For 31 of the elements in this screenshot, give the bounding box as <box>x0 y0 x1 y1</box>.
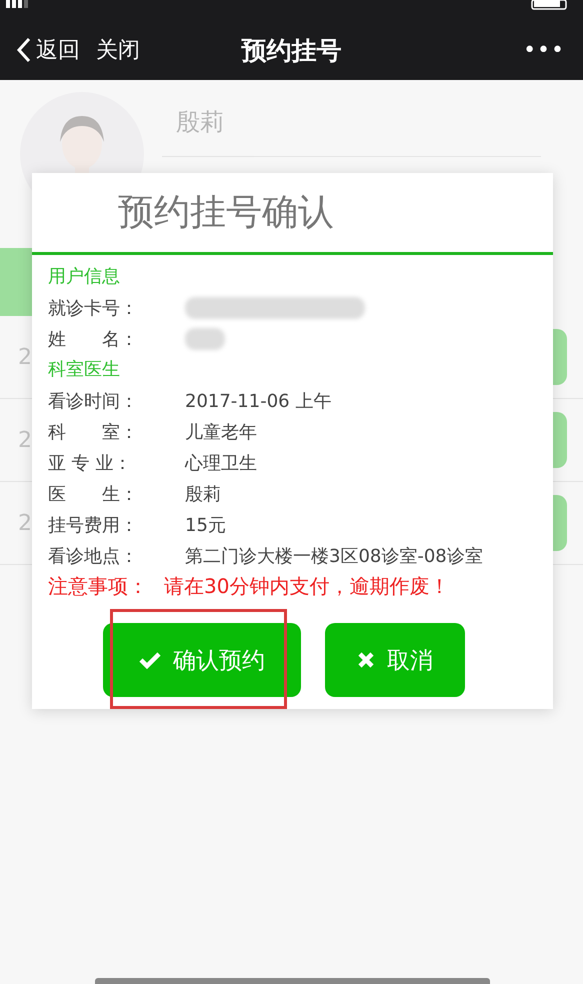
field-value: 儿童老年 <box>185 420 257 444</box>
section-heading: 科室医生 <box>48 358 121 382</box>
page-title: 预约挂号 <box>240 34 342 66</box>
doctor-name: 殷莉 <box>162 92 224 157</box>
close-icon <box>357 651 375 669</box>
field-label: 科 室： <box>48 420 139 444</box>
field-label: 姓 名： <box>48 328 139 350</box>
field-label: 挂号费用： <box>48 514 139 536</box>
row-button[interactable] <box>553 329 567 385</box>
chevron-left-icon <box>16 37 32 63</box>
back-button[interactable]: 返回 <box>16 35 80 65</box>
field-value: 心理卫生 <box>185 452 257 474</box>
field-value: 15元 <box>185 514 226 536</box>
field-label: 就诊卡号： <box>48 296 139 320</box>
close-button[interactable]: 关闭 <box>96 35 140 65</box>
notice-label: 注意事项： <box>48 572 148 600</box>
notice-text: 请在30分钟内支付，逾期作废！ <box>164 572 450 600</box>
field-label: 医 生： <box>48 482 139 506</box>
field-label: 看诊时间： <box>48 390 139 412</box>
field-label: 亚 专 业： <box>48 452 132 474</box>
field-value: 殷莉 <box>185 482 221 506</box>
row-button[interactable] <box>553 412 567 468</box>
field-value: 2017-11-06 上午 <box>185 390 332 412</box>
more-button[interactable]: ••• <box>523 38 565 62</box>
field-label: 看诊地点： <box>48 544 139 568</box>
field-value: 第二门诊大楼一楼3区08诊室-08诊室 <box>185 544 483 568</box>
check-icon <box>139 651 161 669</box>
section-heading: 用户信息 <box>48 265 121 289</box>
dialog-title: 预约挂号确认 <box>32 173 553 255</box>
signal-icon <box>6 0 28 8</box>
row-button[interactable] <box>553 495 567 551</box>
